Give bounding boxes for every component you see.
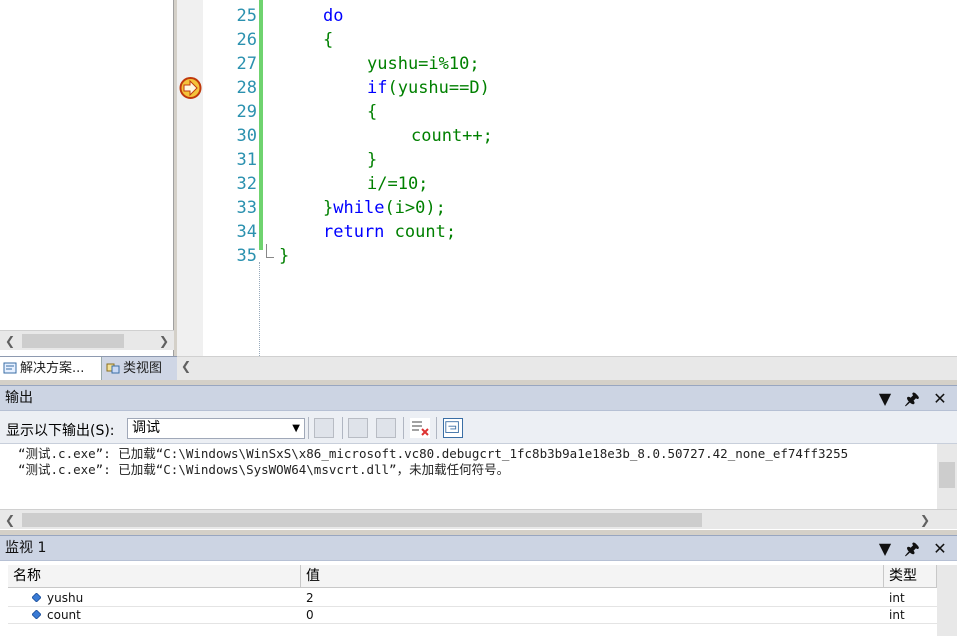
code-line[interactable]: return count; xyxy=(323,220,456,244)
line-number: 29 xyxy=(236,102,257,122)
watch-row-name[interactable]: yushu xyxy=(47,590,83,607)
watch-title-bar: 监视 1 ▼ 🖈 ✕ xyxy=(0,535,957,561)
watch-row-value[interactable]: 0 xyxy=(306,607,314,624)
watch-row-type: int xyxy=(889,591,905,605)
code-editor[interactable] xyxy=(177,0,957,356)
variable-icon xyxy=(32,593,41,602)
code-line[interactable]: count++; xyxy=(411,124,493,148)
toolbar-separator xyxy=(403,417,404,439)
solution-icon xyxy=(3,362,17,374)
chevron-down-icon: ▼ xyxy=(292,423,300,434)
column-header-name[interactable]: 名称 xyxy=(8,565,301,588)
output-vscrollbar[interactable] xyxy=(937,444,957,509)
tab-classview-label: 类视图 xyxy=(123,361,163,376)
changed-lines-bar xyxy=(259,0,263,250)
scroll-left-arrow-icon[interactable]: ❮ xyxy=(0,331,20,350)
next-message-icon[interactable] xyxy=(376,418,396,438)
line-number: 25 xyxy=(236,6,257,26)
show-output-label: 显示以下输出(S): xyxy=(6,423,115,439)
pin-icon[interactable]: 🖈 xyxy=(902,539,922,559)
left-panel-tabs: 解决方案... 类视图 xyxy=(0,356,177,380)
scroll-right-arrow-icon[interactable]: ❯ xyxy=(154,331,174,350)
line-number: 28 xyxy=(236,78,257,98)
solution-explorer-panel xyxy=(0,0,174,356)
watch-row-name[interactable]: count xyxy=(47,607,81,624)
code-line[interactable]: if(yushu==D) xyxy=(367,76,490,100)
dropdown-arrow-icon[interactable]: ▼ xyxy=(875,539,895,559)
scroll-left-arrow-icon[interactable]: ❮ xyxy=(0,510,20,529)
output-line: “测试.c.exe”: 已加载“C:\Windows\SysWOW64\msvc… xyxy=(18,462,510,477)
find-message-icon[interactable] xyxy=(314,418,334,438)
class-view-icon xyxy=(106,363,120,374)
scroll-left-arrow-icon[interactable]: ❮ xyxy=(181,359,191,373)
tab-solution-explorer[interactable]: 解决方案... xyxy=(0,357,102,380)
solution-explorer-hscrollbar[interactable]: ❮ ❯ xyxy=(0,330,174,350)
line-number: 31 xyxy=(236,150,257,170)
indicator-margin xyxy=(177,0,203,356)
line-number: 35 xyxy=(236,246,257,266)
fold-end xyxy=(266,257,274,258)
toolbar-separator xyxy=(308,417,309,439)
close-icon[interactable]: ✕ xyxy=(930,389,950,409)
watch-row-value[interactable]: 2 xyxy=(306,590,314,607)
line-number: 33 xyxy=(236,198,257,218)
line-number: 27 xyxy=(236,54,257,74)
dropdown-arrow-icon[interactable]: ▼ xyxy=(875,389,895,409)
output-source-select[interactable]: 调试 ▼ xyxy=(127,418,305,439)
watch-vscrollbar[interactable] xyxy=(937,565,957,636)
output-title: 输出 xyxy=(5,390,33,406)
close-icon[interactable]: ✕ xyxy=(930,539,950,559)
line-number: 26 xyxy=(236,30,257,50)
current-statement-arrow-icon xyxy=(179,77,202,99)
scroll-thumb[interactable] xyxy=(939,462,955,488)
column-header-type[interactable]: 类型 xyxy=(884,565,937,588)
code-line[interactable]: yushu=i%10; xyxy=(367,52,480,76)
word-wrap-icon[interactable] xyxy=(443,418,463,438)
editor-hscrollbar[interactable]: ❮ xyxy=(177,356,957,380)
scroll-thumb[interactable] xyxy=(22,513,702,527)
row-divider xyxy=(8,623,937,624)
code-line[interactable]: do xyxy=(323,4,343,28)
variable-icon xyxy=(32,610,41,619)
tab-solution-label: 解决方案... xyxy=(20,361,85,376)
tab-class-view[interactable]: 类视图 xyxy=(103,357,175,380)
code-line[interactable]: } xyxy=(367,148,377,172)
line-number: 34 xyxy=(236,222,257,242)
code-line[interactable]: { xyxy=(367,100,377,124)
toolbar-separator xyxy=(436,417,437,439)
code-line[interactable]: { xyxy=(323,28,333,52)
row-divider xyxy=(8,606,937,607)
scroll-thumb[interactable] xyxy=(22,334,124,348)
watch-title: 监视 1 xyxy=(5,540,47,556)
toolbar-separator xyxy=(342,417,343,439)
code-line[interactable]: i/=10; xyxy=(367,172,428,196)
line-number: 30 xyxy=(236,126,257,146)
outline-guide xyxy=(259,262,260,356)
column-header-value[interactable]: 值 xyxy=(301,565,884,588)
code-line[interactable]: }while(i>0); xyxy=(323,196,446,220)
output-hscrollbar[interactable]: ❮ ❯ xyxy=(0,509,957,529)
line-number: 32 xyxy=(236,174,257,194)
prev-message-icon[interactable] xyxy=(348,418,368,438)
output-line: “测试.c.exe”: 已加载“C:\Windows\WinSxS\x86_mi… xyxy=(18,446,849,461)
output-title-bar: 输出 ▼ 🖈 ✕ xyxy=(0,385,957,411)
output-source-value: 调试 xyxy=(132,420,160,436)
fold-line xyxy=(266,244,267,258)
code-line[interactable]: } xyxy=(279,244,289,268)
clear-all-icon[interactable] xyxy=(410,418,430,438)
watch-row-type: int xyxy=(889,608,905,622)
scroll-right-arrow-icon[interactable]: ❯ xyxy=(915,510,935,529)
pin-icon[interactable]: 🖈 xyxy=(902,389,922,409)
